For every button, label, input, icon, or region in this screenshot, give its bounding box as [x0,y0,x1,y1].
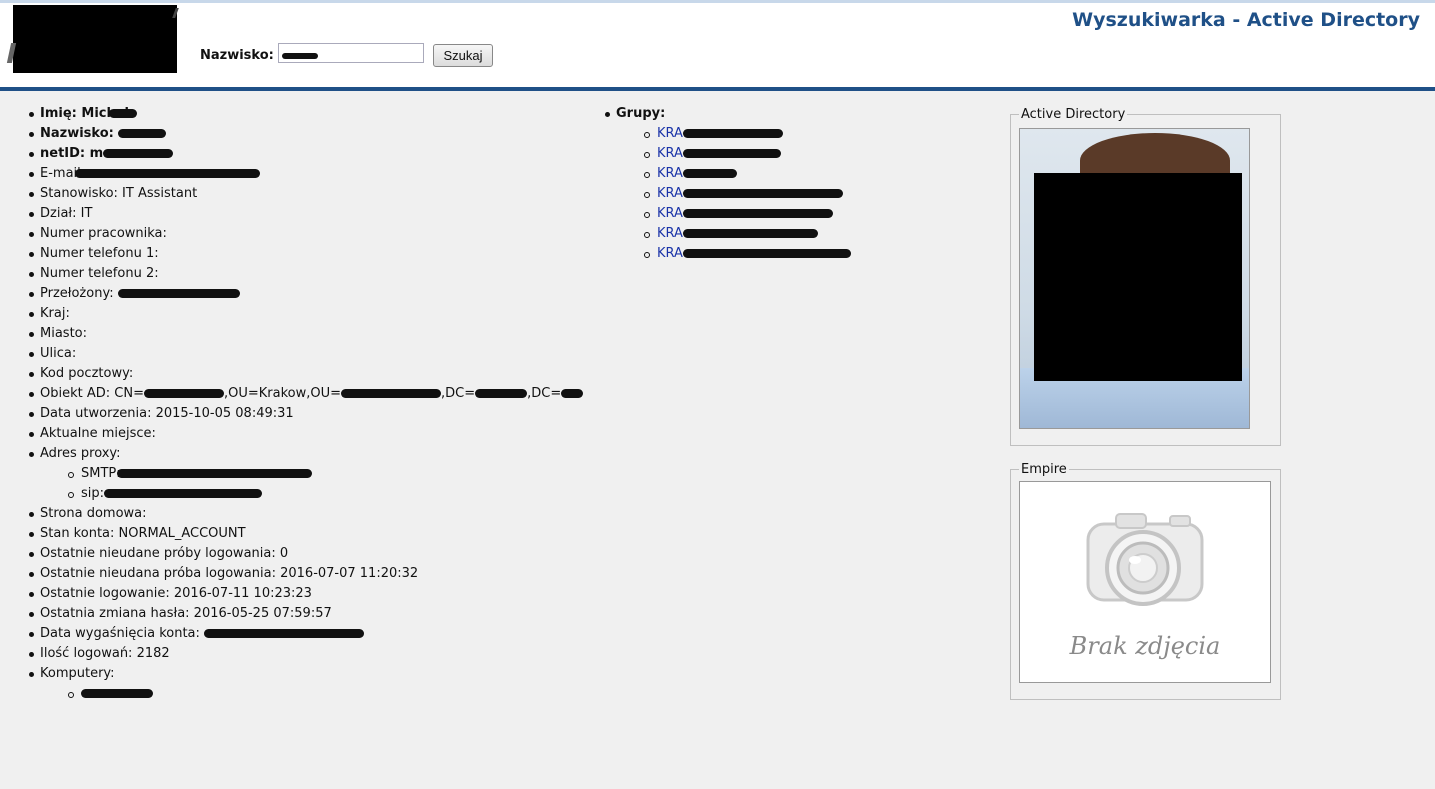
detail-street: Ulica: [28,344,583,364]
detail-homepage: Strona domowa: [28,504,583,524]
detail-netid: netID: m [28,144,583,164]
detail-employee-number: Numer pracownika: [28,224,583,244]
active-directory-legend: Active Directory [1021,107,1126,122]
group-link[interactable]: KRA- [644,124,851,144]
detail-country: Kraj: [28,304,583,324]
detail-current-location: Aktualne miejsce: [28,424,583,444]
detail-last-failed-logon: Ostatnie nieudana próba logowania: 2016-… [28,564,583,584]
camera-icon [1086,513,1204,606]
group-list: KRA- KRA- KRA- KRA- KRA- KRA- KRA- [616,124,852,264]
computer-item [68,684,583,704]
detail-computers: Komputery: [28,664,583,704]
detail-created-date: Data utworzenia: 2015-10-05 08:49:31 [28,404,583,424]
detail-logon-count: Ilość logowań: 2182 [28,644,583,664]
groups-header: Grupy: KRA- KRA- KRA- KRA- KRA- KRA- KRA… [604,104,852,264]
redacted-face [1034,173,1242,381]
detail-postal-code: Kod pocztowy: [28,364,583,384]
detail-phone-1: Numer telefonu 1: [28,244,583,264]
proxy-address-sip: sip: [68,484,583,504]
computer-list [40,684,583,704]
group-link[interactable]: KRA- [644,144,851,164]
detail-proxy-addresses: Adres proxy: SMTP: sip: [28,444,583,504]
detail-position: Stanowisko: IT Assistant [28,184,583,204]
proxy-address-list: SMTP: sip: [40,464,583,504]
detail-last-logon: Ostatnie logowanie: 2016-07-11 10:23:23 [28,584,583,604]
detail-last-name: Nazwisko: [28,124,583,144]
user-photo [1019,128,1250,429]
redacted-logo [13,5,177,73]
group-link[interactable]: KRA- [644,224,851,244]
groups-section: Grupy: KRA- KRA- KRA- KRA- KRA- KRA- KRA… [604,104,852,264]
detail-phone-2: Numer telefonu 2: [28,264,583,284]
detail-account-state: Stan konta: NORMAL_ACCOUNT [28,524,583,544]
detail-failed-logon-count: Ostatnie nieudane próby logowania: 0 [28,544,583,564]
detail-manager: Przełożony: [28,284,583,304]
proxy-address-smtp: SMTP: [68,464,583,484]
detail-ad-object: Obiekt AD: CN= ,OU=Krakow,OU= ,DC= ,DC= [28,384,584,404]
detail-password-changed: Ostatnia zmiana hasła: 2016-05-25 07:59:… [28,604,583,624]
no-photo-text: Brak zdjęcia [1069,632,1221,660]
search-label: Nazwisko: [200,48,274,63]
no-photo-placeholder: Brak zdjęcia [1019,481,1271,683]
redacted-search-value [282,53,318,59]
detail-account-expiry: Data wygaśnięcia konta: [28,624,583,644]
user-details-list: Imię: Michal Nazwisko: netID: m E-mail: … [28,104,584,704]
app-title: Wyszukiwarka - Active Directory [1072,9,1420,31]
group-link[interactable]: KRA- [644,204,851,224]
empire-legend: Empire [1021,462,1067,477]
detail-city: Miasto: [28,324,583,344]
group-link[interactable]: KRA- [644,184,851,204]
detail-department: Dział: IT [28,204,583,224]
search-button[interactable]: Szukaj [433,44,493,67]
detail-email: E-mail: [28,164,583,184]
page-header: Nazwisko: Szukaj Wyszukiwarka - Active D… [0,3,1435,91]
group-link[interactable]: KRA- [644,164,851,184]
detail-first-name: Imię: Michal [28,104,583,124]
group-link[interactable]: KRA- [644,244,852,264]
